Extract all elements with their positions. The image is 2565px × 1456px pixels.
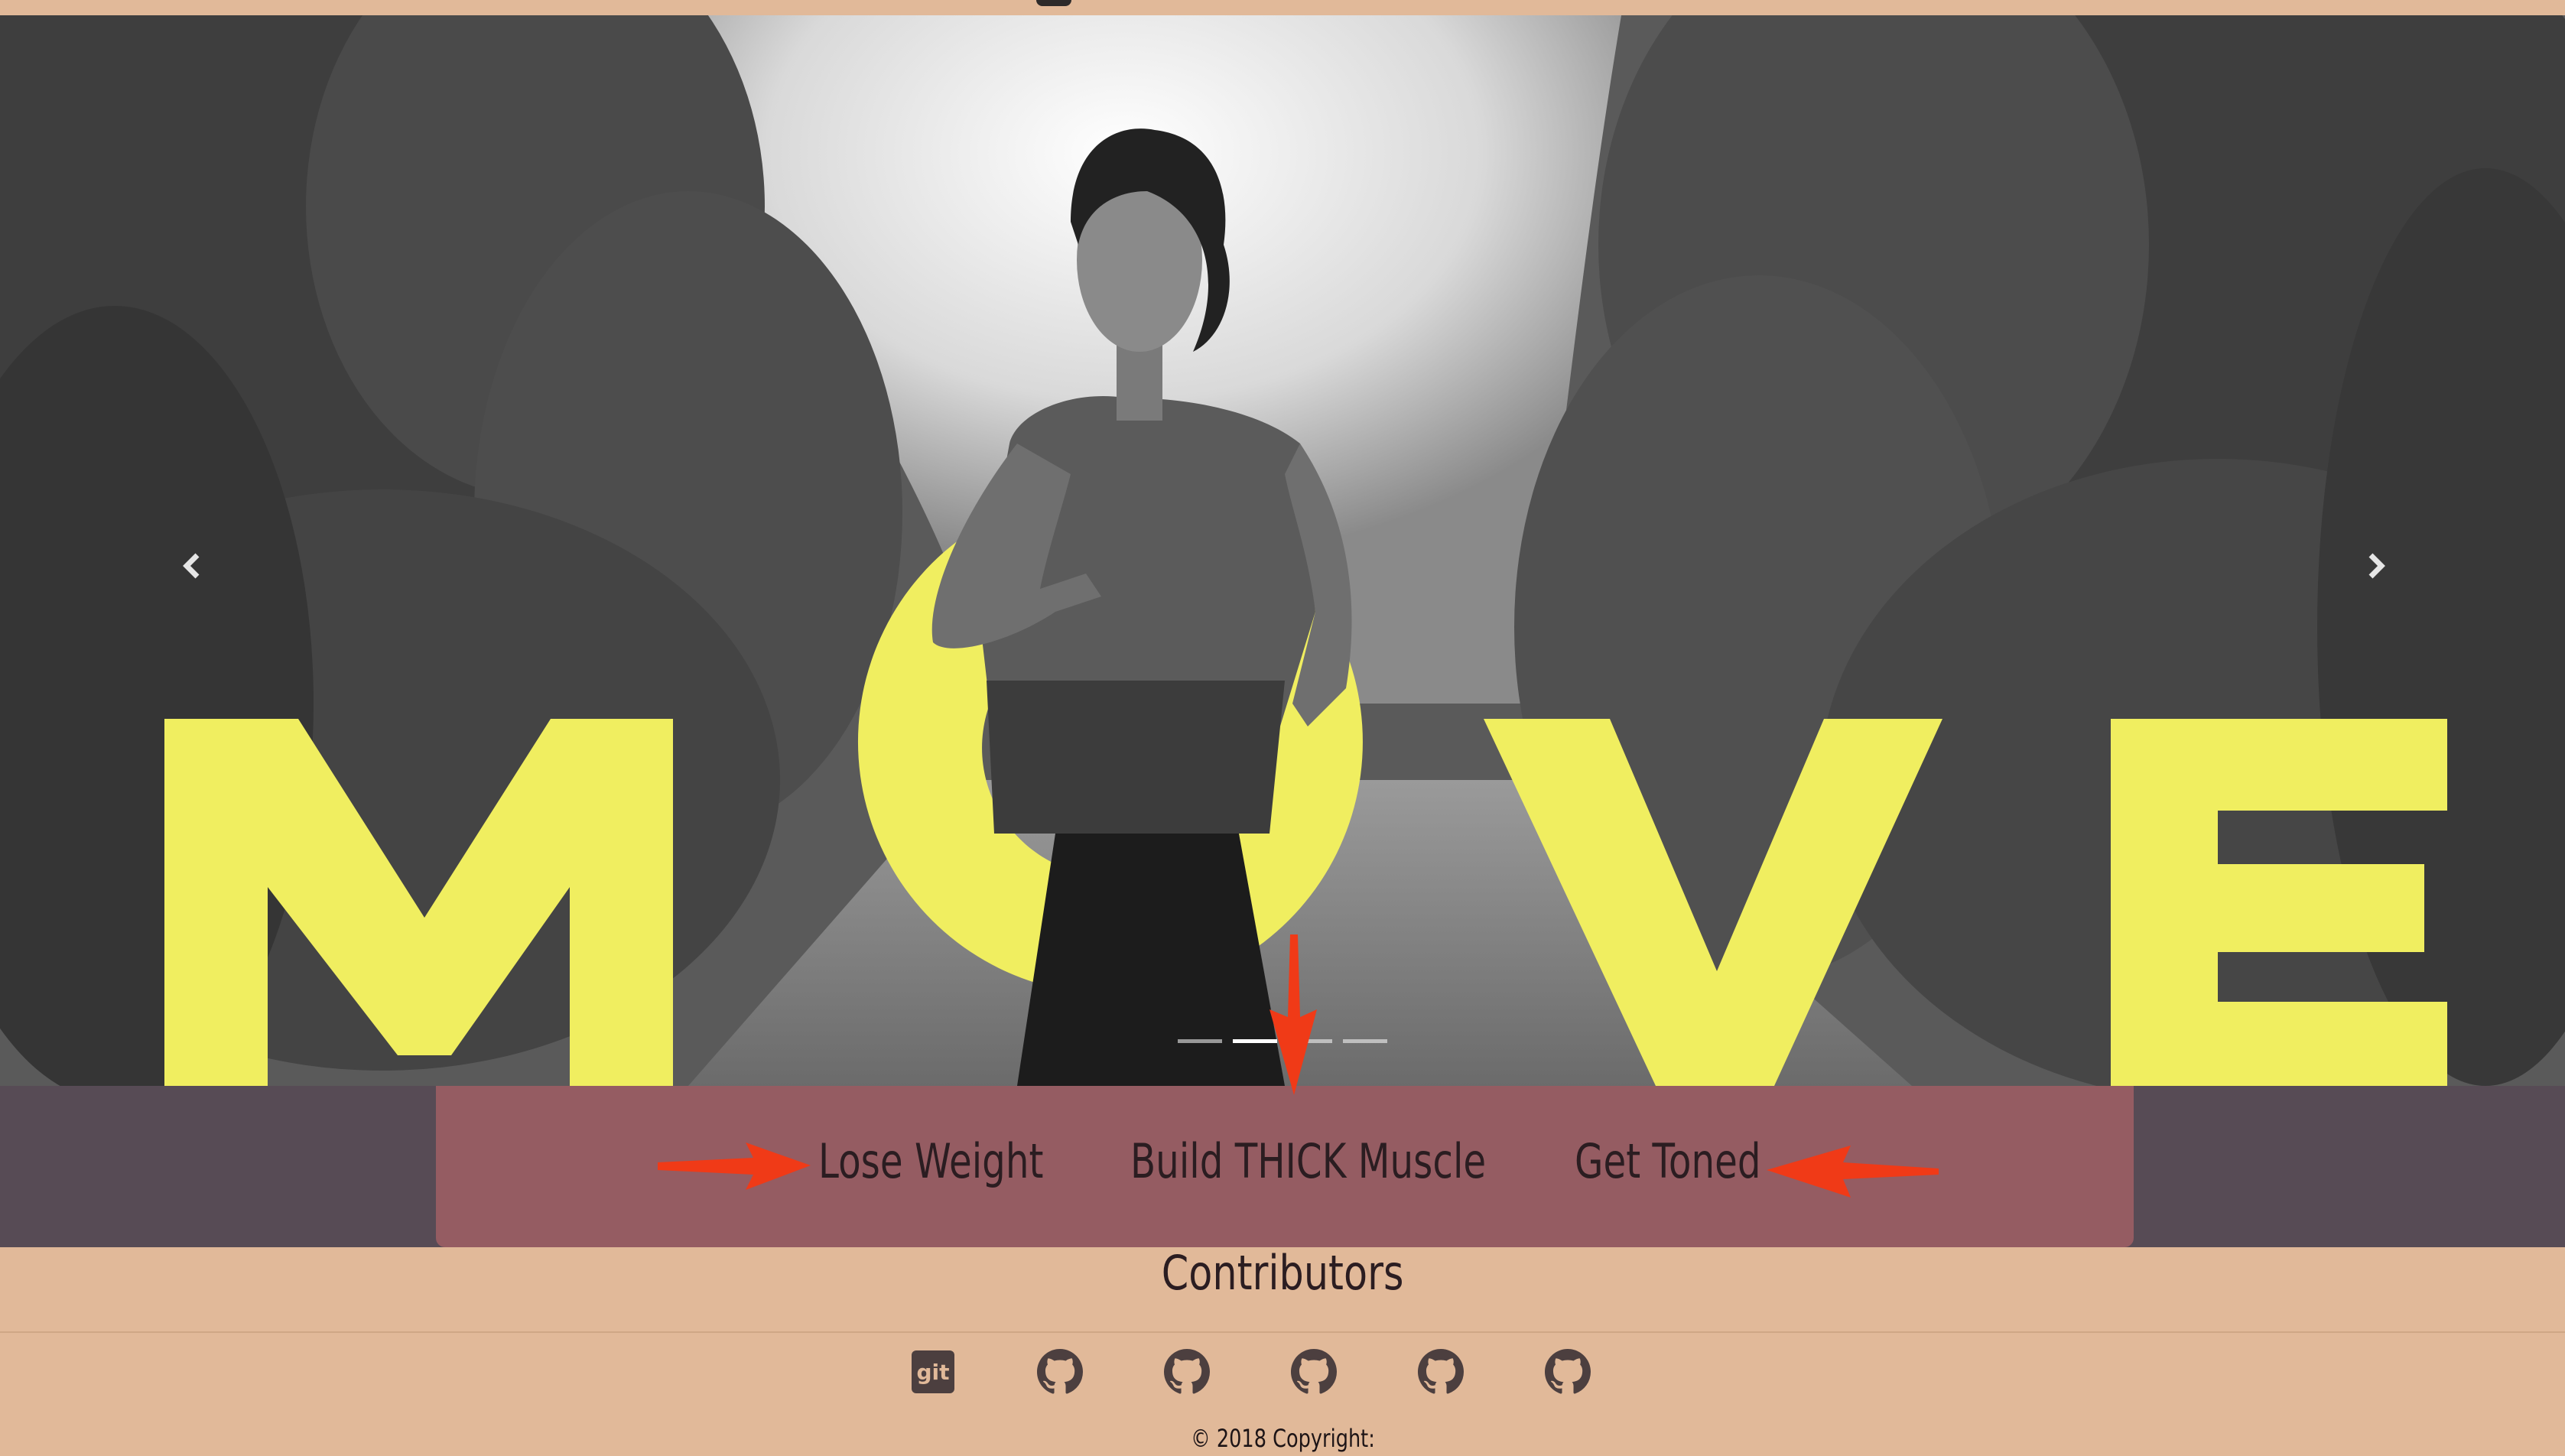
carousel-indicator-3[interactable] (1288, 1039, 1332, 1043)
program-get-toned-link[interactable]: Get Toned (1575, 1133, 1761, 1189)
program-lose-weight-link[interactable]: Lose Weight (818, 1133, 1043, 1189)
carousel-next-button[interactable] (2352, 543, 2398, 589)
git-link[interactable]: git (910, 1349, 956, 1395)
carousel-indicator-4[interactable] (1343, 1039, 1387, 1043)
chevron-left-icon (183, 553, 200, 579)
divider (0, 1331, 2565, 1333)
github-link-3[interactable] (1291, 1349, 1337, 1395)
github-icon (1291, 1349, 1337, 1394)
github-link-4[interactable] (1418, 1349, 1464, 1395)
carousel-indicator-2[interactable] (1233, 1039, 1277, 1043)
github-link-5[interactable] (1545, 1349, 1591, 1395)
contributors-heading: Contributors (0, 1245, 2565, 1301)
hero-image (0, 15, 2565, 1086)
github-link-2[interactable] (1164, 1349, 1210, 1395)
github-icon (1037, 1349, 1083, 1394)
github-icon (1164, 1349, 1210, 1394)
top-bar (0, 0, 2565, 15)
git-icon: git (912, 1350, 954, 1393)
carousel-indicator-1[interactable] (1178, 1039, 1222, 1043)
carousel-indicators (1178, 1039, 1387, 1044)
github-link-1[interactable] (1037, 1349, 1083, 1395)
copyright-footer: © 2018 Copyright: (0, 1424, 2565, 1453)
programs-band: Lose Weight Build THICK Muscle Get Toned (0, 1086, 2565, 1247)
page: Lose Weight Build THICK Muscle Get Toned… (0, 0, 2565, 1456)
contributors-heading-text: Contributors (1161, 1245, 1404, 1301)
github-icon (1418, 1349, 1464, 1394)
chevron-right-icon (2368, 553, 2385, 579)
contributor-icons: git (910, 1349, 1591, 1395)
logo-fragment (1036, 0, 1071, 6)
carousel-prev-button[interactable] (170, 543, 216, 589)
hero-carousel (0, 15, 2565, 1086)
program-build-muscle-link[interactable]: Build THICK Muscle (1130, 1133, 1486, 1189)
github-icon (1545, 1349, 1591, 1394)
programs-card: Lose Weight Build THICK Muscle Get Toned (436, 1086, 2134, 1247)
copyright-text: © 2018 Copyright: (1190, 1424, 1375, 1453)
